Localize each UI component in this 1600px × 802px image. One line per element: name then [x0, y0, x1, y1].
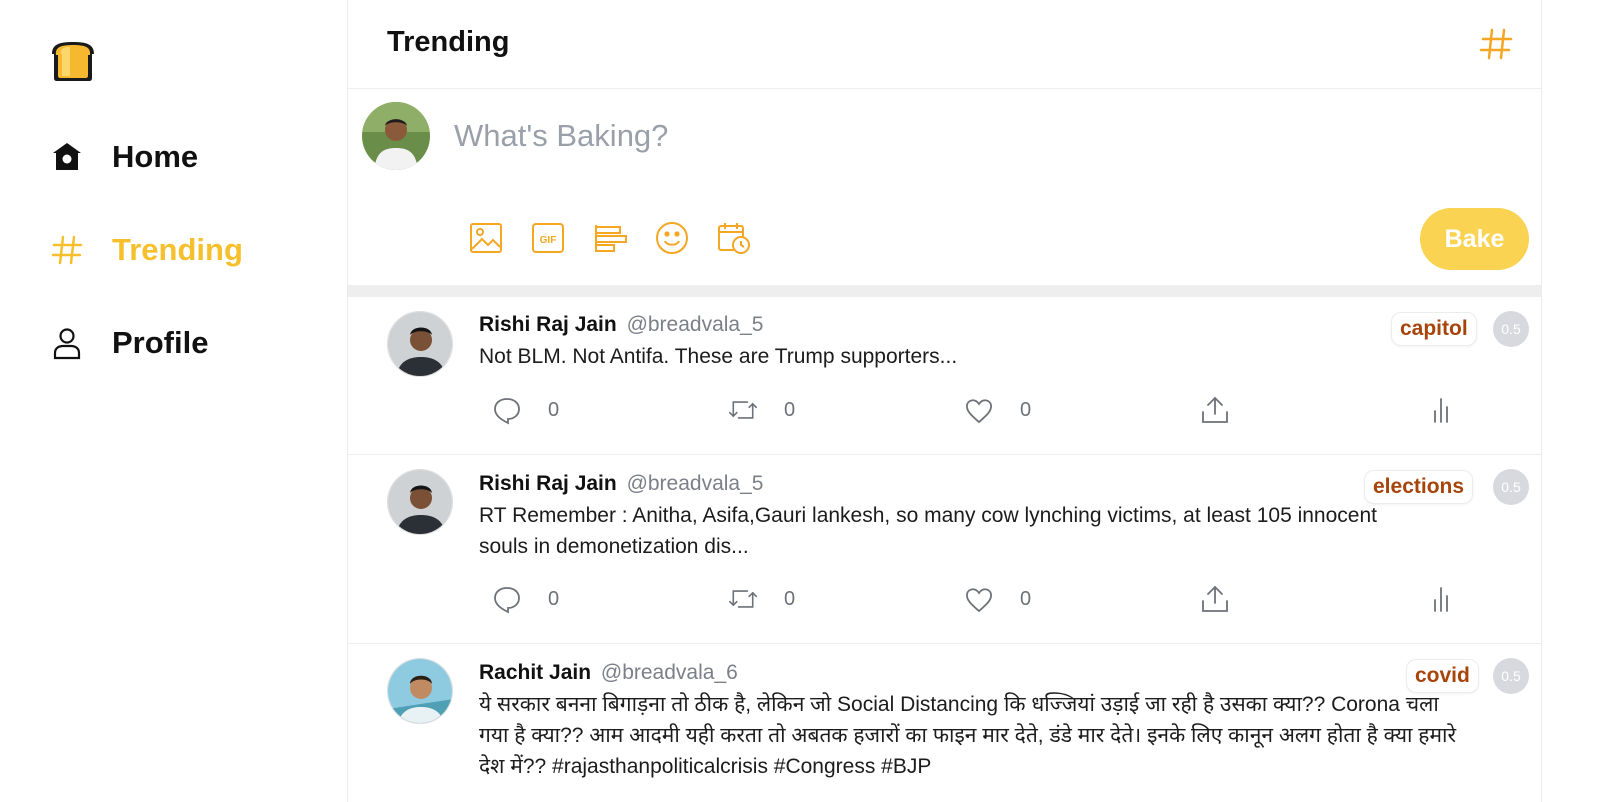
- author-name[interactable]: Rishi Raj Jain: [479, 472, 617, 495]
- post-header: Rishi Raj Jain @breadvala_5: [479, 313, 763, 337]
- post-item[interactable]: Rishi Raj Jain @breadvala_5 Not BLM. Not…: [348, 297, 1541, 455]
- share-icon: [1200, 395, 1230, 425]
- home-icon: [50, 140, 84, 174]
- schedule-icon[interactable]: [716, 220, 752, 256]
- section-divider: [348, 285, 1541, 297]
- composer: GIF: [348, 90, 1541, 285]
- score-badge: 0.5: [1493, 658, 1529, 694]
- author-handle[interactable]: @breadvala_5: [627, 313, 764, 336]
- svg-text:GIF: GIF: [540, 235, 557, 246]
- user-icon: [50, 326, 84, 360]
- retweet-count: 0: [784, 398, 796, 421]
- compose-input[interactable]: [454, 112, 1354, 160]
- avatar[interactable]: [362, 102, 430, 170]
- gif-icon[interactable]: GIF: [530, 220, 566, 256]
- avatar[interactable]: [387, 311, 453, 377]
- share-button[interactable]: [1200, 395, 1230, 425]
- post-text: ये सरकार बनना बिगाड़ना तो ठीक है, लेकिन …: [479, 693, 1457, 778]
- sidebar-item-label: Trending: [112, 232, 243, 267]
- bread-logo-icon[interactable]: [48, 40, 98, 82]
- stats-button[interactable]: [1426, 584, 1456, 614]
- stats-button[interactable]: [1426, 395, 1456, 425]
- like-count: 0: [1020, 587, 1032, 610]
- post-actions: 0 0 0: [492, 584, 1452, 620]
- reply-count: 0: [548, 587, 560, 610]
- stats-icon: [1426, 584, 1456, 614]
- main-column: Trending What's Baking? GIF Bake Rishi R…: [347, 0, 1542, 802]
- hashtag-icon[interactable]: [1478, 26, 1514, 62]
- post-header: Rishi Raj Jain @breadvala_5: [479, 472, 763, 496]
- share-icon: [1200, 584, 1230, 614]
- score-badge: 0.5: [1493, 311, 1529, 347]
- hashtag-icon: [50, 233, 84, 267]
- like-count: 0: [1020, 398, 1032, 421]
- sidebar-item-label: Home: [112, 139, 199, 174]
- score-badge: 0.5: [1493, 469, 1529, 505]
- post-header: Rachit Jain @breadvala_6: [479, 661, 738, 685]
- author-name[interactable]: Rishi Raj Jain: [479, 313, 617, 336]
- sidebar-item-home[interactable]: Home: [50, 139, 198, 175]
- reply-icon: [492, 395, 522, 425]
- emoji-icon[interactable]: [654, 220, 690, 256]
- topic-tag[interactable]: covid: [1406, 659, 1479, 693]
- post-item[interactable]: Rishi Raj Jain @breadvala_5 RT Remember …: [348, 455, 1541, 644]
- heart-icon: [964, 395, 994, 425]
- like-button[interactable]: 0: [964, 584, 1031, 614]
- like-button[interactable]: 0: [964, 395, 1031, 425]
- post-text: RT Remember : Anitha, Asifa,Gauri lankes…: [479, 504, 1377, 558]
- reply-button[interactable]: 0: [492, 584, 559, 614]
- avatar[interactable]: [387, 469, 453, 535]
- sidebar-item-trending[interactable]: Trending: [50, 232, 243, 268]
- sidebar-item-profile[interactable]: Profile: [50, 325, 208, 361]
- composer-toolbar: GIF: [468, 220, 778, 256]
- reply-icon: [492, 584, 522, 614]
- author-name[interactable]: Rachit Jain: [479, 661, 591, 684]
- topic-tag[interactable]: capitol: [1391, 312, 1477, 346]
- bake-button[interactable]: Bake: [1420, 208, 1529, 270]
- page-title: Trending: [387, 26, 510, 58]
- sidebar: Home Trending Profile: [0, 0, 347, 802]
- post-item[interactable]: Rachit Jain @breadvala_6 ये सरकार बनना ब…: [348, 644, 1541, 802]
- poll-icon[interactable]: [592, 220, 628, 256]
- stats-icon: [1426, 395, 1456, 425]
- retweet-icon: [728, 584, 758, 614]
- retweet-icon: [728, 395, 758, 425]
- page-header: Trending: [348, 0, 1541, 89]
- post-text: Not BLM. Not Antifa. These are Trump sup…: [479, 345, 958, 368]
- retweet-button[interactable]: 0: [728, 584, 795, 614]
- avatar[interactable]: [387, 658, 453, 724]
- reply-count: 0: [548, 398, 560, 421]
- topic-tag[interactable]: elections: [1364, 470, 1474, 504]
- share-button[interactable]: [1200, 584, 1230, 614]
- sidebar-item-label: Profile: [112, 325, 209, 360]
- author-handle[interactable]: @breadvala_5: [627, 472, 764, 495]
- retweet-button[interactable]: 0: [728, 395, 795, 425]
- image-icon[interactable]: [468, 220, 504, 256]
- retweet-count: 0: [784, 587, 796, 610]
- reply-button[interactable]: 0: [492, 395, 559, 425]
- post-actions: 0 0 0: [492, 395, 1452, 431]
- author-handle[interactable]: @breadvala_6: [601, 661, 738, 684]
- heart-icon: [964, 584, 994, 614]
